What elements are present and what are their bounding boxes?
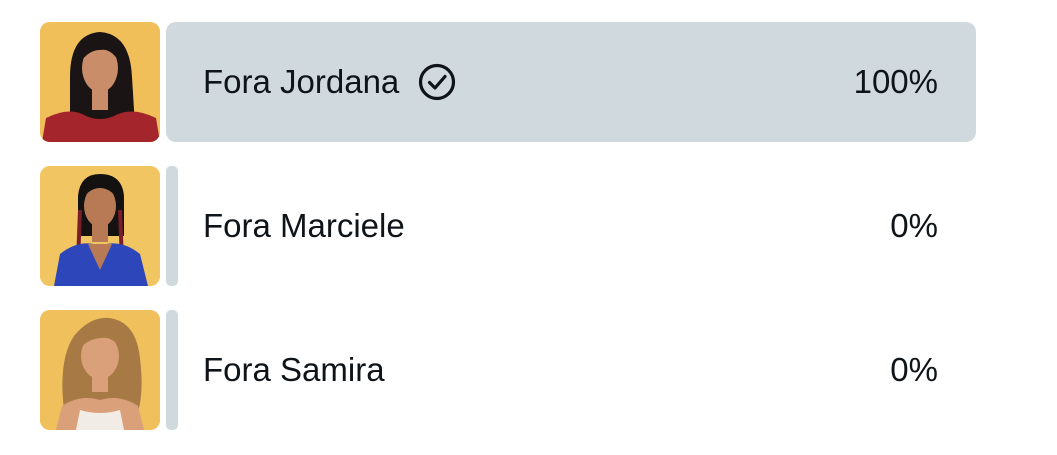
poll-option-label: Fora Jordana	[203, 22, 457, 142]
person-photo-icon	[40, 22, 160, 142]
avatar-jordana	[40, 22, 160, 142]
poll-option-marciele: Fora Marciele 0%	[40, 166, 976, 286]
person-photo-icon	[40, 310, 160, 430]
check-circle-icon	[419, 63, 456, 101]
poll-results: Fora Jordana 100% Fora Marciele 0% Fora …	[0, 0, 1057, 455]
avatar-marciele	[40, 166, 160, 286]
poll-option-bar: Fora Samira 0%	[166, 310, 976, 430]
avatar-samira	[40, 310, 160, 430]
poll-option-bar: Fora Jordana 100%	[166, 22, 976, 142]
poll-option-text: Fora Samira	[203, 351, 385, 388]
poll-option-percent: 0%	[890, 351, 938, 388]
poll-option-label: Fora Marciele	[203, 166, 405, 286]
result-bar-fill	[166, 310, 178, 430]
poll-option-samira: Fora Samira 0%	[40, 310, 976, 430]
poll-option-jordana: Fora Jordana 100%	[40, 22, 976, 142]
poll-option-text: Fora Jordana	[203, 63, 400, 100]
person-photo-icon	[40, 166, 160, 286]
result-bar-fill	[166, 166, 178, 286]
poll-option-percent: 0%	[890, 207, 938, 244]
poll-option-bar: Fora Marciele 0%	[166, 166, 976, 286]
poll-option-label: Fora Samira	[203, 310, 385, 430]
poll-option-text: Fora Marciele	[203, 207, 405, 244]
poll-option-percent: 100%	[853, 63, 938, 100]
